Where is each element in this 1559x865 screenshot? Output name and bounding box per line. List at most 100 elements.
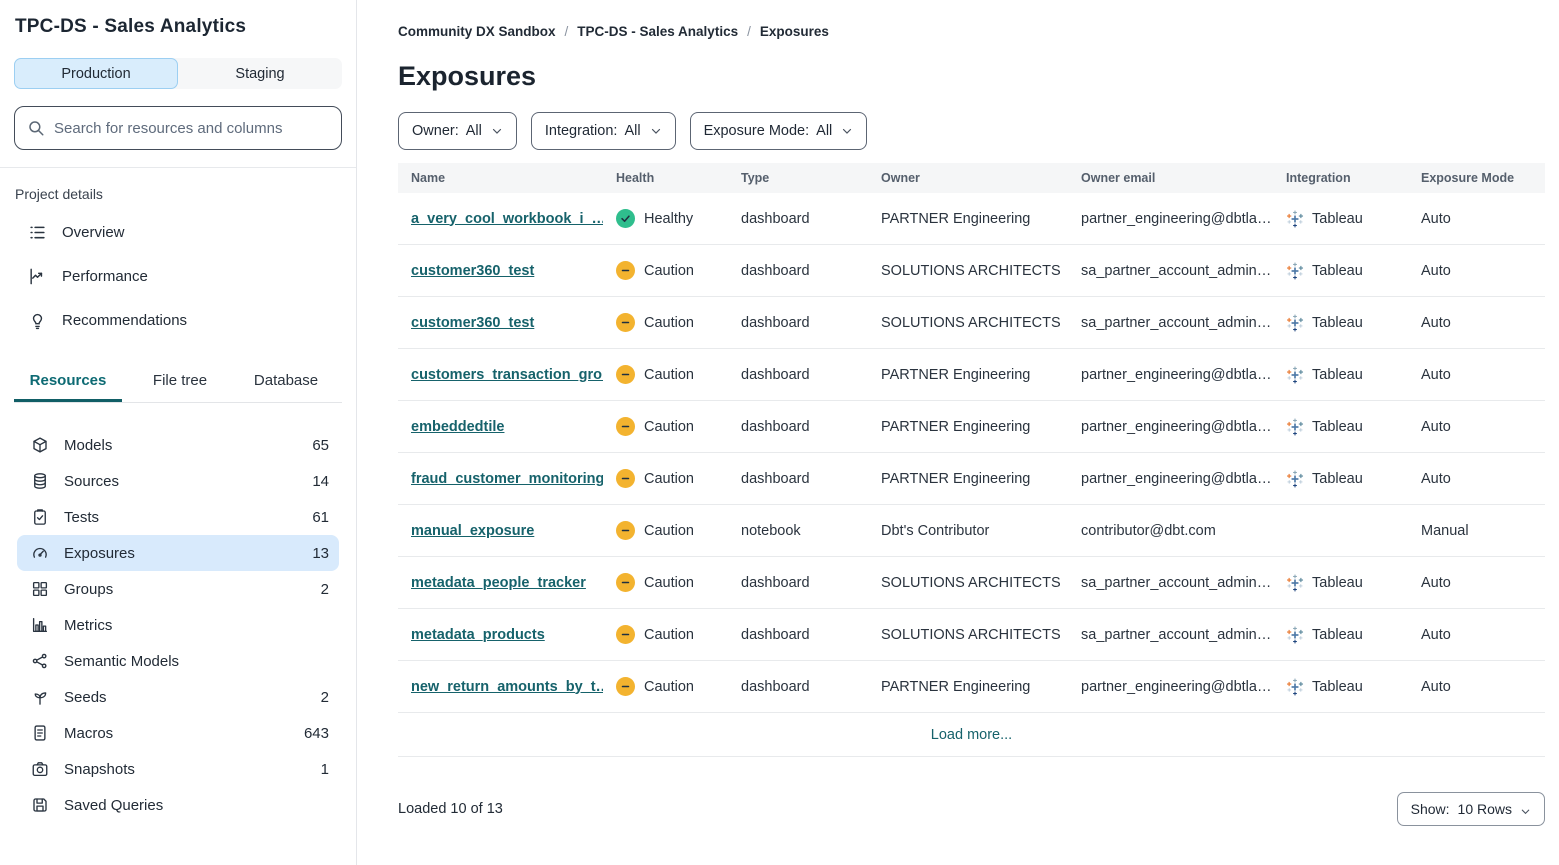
exposure-mode-filter[interactable]: Exposure Mode: All bbox=[690, 112, 868, 150]
tableau-icon bbox=[1286, 470, 1304, 488]
exposure-mode-cell: Auto bbox=[1408, 367, 1545, 383]
owner-cell: PARTNER Engineering bbox=[868, 367, 1068, 383]
integration-label: Tableau bbox=[1312, 211, 1363, 227]
resource-count: 13 bbox=[312, 545, 329, 562]
sidebar-item-recommendations[interactable]: Recommendations bbox=[14, 298, 342, 342]
load-more-link[interactable]: Load more... bbox=[931, 727, 1012, 743]
breadcrumb-item[interactable]: Community DX Sandbox bbox=[398, 24, 556, 39]
caution-badge bbox=[616, 365, 635, 384]
table-header-row: NameHealthTypeOwnerOwner emailIntegratio… bbox=[398, 163, 1545, 193]
exposure-name-link[interactable]: metadata_products bbox=[411, 627, 545, 643]
table-row: customer360_testCautiondashboardSOLUTION… bbox=[398, 245, 1545, 297]
rows-per-page-button[interactable]: Show: 10 Rows bbox=[1397, 792, 1545, 826]
grid-icon bbox=[31, 580, 49, 598]
search-input[interactable] bbox=[54, 120, 329, 137]
resource-list: Models65Sources14Tests61Exposures13Group… bbox=[14, 427, 342, 823]
integration-filter[interactable]: Integration: All bbox=[531, 112, 676, 150]
sidebar-item-saved-queries[interactable]: Saved Queries bbox=[17, 787, 339, 823]
integration-label: Tableau bbox=[1312, 263, 1363, 279]
filter-label: Exposure Mode: bbox=[704, 123, 810, 139]
tableau-icon bbox=[1286, 314, 1304, 332]
sidebar-item-overview[interactable]: Overview bbox=[14, 210, 342, 254]
table-row: manual_exposureCautionnotebookDbt's Cont… bbox=[398, 505, 1545, 557]
exposure-mode-cell: Auto bbox=[1408, 419, 1545, 435]
sidebar-item-snapshots[interactable]: Snapshots1 bbox=[17, 751, 339, 787]
sidebar-item-groups[interactable]: Groups2 bbox=[17, 571, 339, 607]
healthy-icon bbox=[620, 213, 631, 224]
column-header: Name bbox=[398, 171, 603, 185]
table-row: customer360_testCautiondashboardSOLUTION… bbox=[398, 297, 1545, 349]
tab-resources[interactable]: Resources bbox=[14, 364, 122, 402]
floppy-icon bbox=[31, 796, 49, 814]
type-cell: notebook bbox=[728, 523, 868, 539]
sidebar-item-exposures[interactable]: Exposures13 bbox=[17, 535, 339, 571]
production-toggle-button[interactable]: Production bbox=[14, 58, 178, 89]
type-cell: dashboard bbox=[728, 315, 868, 331]
owner-email-cell: partner_engineering@dbtla… bbox=[1068, 367, 1273, 383]
owner-filter[interactable]: Owner: All bbox=[398, 112, 517, 150]
resource-count: 643 bbox=[304, 725, 329, 742]
table-footer: Loaded 10 of 13 Show: 10 Rows bbox=[398, 792, 1545, 826]
exposure-name-link[interactable]: customer360_test bbox=[411, 315, 534, 331]
name-cell: customer360_test bbox=[398, 263, 603, 279]
sidebar-item-models[interactable]: Models65 bbox=[17, 427, 339, 463]
exposure-name-link[interactable]: manual_exposure bbox=[411, 523, 534, 539]
sidebar-item-tests[interactable]: Tests61 bbox=[17, 499, 339, 535]
gauge-icon bbox=[31, 544, 49, 562]
owner-email-cell: sa_partner_account_admin… bbox=[1068, 315, 1273, 331]
health-label: Caution bbox=[644, 575, 694, 591]
name-cell: customer360_test bbox=[398, 315, 603, 331]
staging-toggle-button[interactable]: Staging bbox=[178, 58, 342, 89]
sidebar-item-label: Recommendations bbox=[62, 312, 187, 329]
type-cell: dashboard bbox=[728, 471, 868, 487]
sidebar-item-metrics[interactable]: Metrics bbox=[17, 607, 339, 643]
integration-label: Tableau bbox=[1312, 627, 1363, 643]
owner-email-cell: partner_engineering@dbtla… bbox=[1068, 211, 1273, 227]
integration-cell: Tableau bbox=[1273, 366, 1408, 384]
cube-icon bbox=[31, 436, 49, 454]
sidebar-item-sources[interactable]: Sources14 bbox=[17, 463, 339, 499]
owner-cell: SOLUTIONS ARCHITECTS bbox=[868, 627, 1068, 643]
search-box[interactable] bbox=[14, 106, 342, 150]
exposure-name-link[interactable]: embeddedtile bbox=[411, 419, 504, 435]
column-header: Owner bbox=[868, 171, 1068, 185]
table-row: metadata_people_trackerCautiondashboardS… bbox=[398, 557, 1545, 609]
project-links: Overview Performance Recommendations bbox=[14, 210, 342, 342]
list-icon bbox=[28, 223, 47, 242]
breadcrumb: Community DX Sandbox / TPC-DS - Sales An… bbox=[398, 24, 1545, 39]
exposure-name-link[interactable]: a_very_cool_workbook_i_… bbox=[411, 211, 603, 227]
loaded-count-text: Loaded 10 of 13 bbox=[398, 801, 503, 817]
sidebar-item-semantic-models[interactable]: Semantic Models bbox=[17, 643, 339, 679]
exposure-name-link[interactable]: fraud_customer_monitoring bbox=[411, 471, 603, 487]
tab-database[interactable]: Database bbox=[238, 364, 334, 402]
integration-cell: Tableau bbox=[1273, 314, 1408, 332]
exposure-name-link[interactable]: new_return_amounts_by_t… bbox=[411, 679, 603, 695]
type-cell: dashboard bbox=[728, 367, 868, 383]
exposure-name-link[interactable]: customers_transaction_gro… bbox=[411, 367, 603, 383]
sidebar-item-macros[interactable]: Macros643 bbox=[17, 715, 339, 751]
table-row: new_return_amounts_by_t…Cautiondashboard… bbox=[398, 661, 1545, 713]
integration-label: Tableau bbox=[1312, 367, 1363, 383]
owner-email-cell: partner_engineering@dbtla… bbox=[1068, 471, 1273, 487]
resource-count: 2 bbox=[321, 581, 329, 598]
tab-file-tree[interactable]: File tree bbox=[132, 364, 228, 402]
exposure-mode-cell: Auto bbox=[1408, 627, 1545, 643]
owner-email-cell: partner_engineering@dbtla… bbox=[1068, 679, 1273, 695]
breadcrumb-item[interactable]: TPC-DS - Sales Analytics bbox=[577, 24, 738, 39]
resource-label: Macros bbox=[64, 725, 304, 742]
name-cell: fraud_customer_monitoring bbox=[398, 471, 603, 487]
owner-cell: PARTNER Engineering bbox=[868, 419, 1068, 435]
resource-label: Saved Queries bbox=[64, 797, 329, 814]
sidebar-item-performance[interactable]: Performance bbox=[14, 254, 342, 298]
column-header: Exposure Mode bbox=[1408, 171, 1545, 185]
sidebar-item-seeds[interactable]: Seeds2 bbox=[17, 679, 339, 715]
resource-label: Models bbox=[64, 437, 312, 454]
tableau-icon bbox=[1286, 418, 1304, 436]
name-cell: metadata_products bbox=[398, 627, 603, 643]
integration-label: Tableau bbox=[1312, 679, 1363, 695]
column-header: Owner email bbox=[1068, 171, 1273, 185]
sidebar-item-label: Performance bbox=[62, 268, 148, 285]
exposure-name-link[interactable]: metadata_people_tracker bbox=[411, 575, 586, 591]
exposure-name-link[interactable]: customer360_test bbox=[411, 263, 534, 279]
resource-label: Sources bbox=[64, 473, 312, 490]
